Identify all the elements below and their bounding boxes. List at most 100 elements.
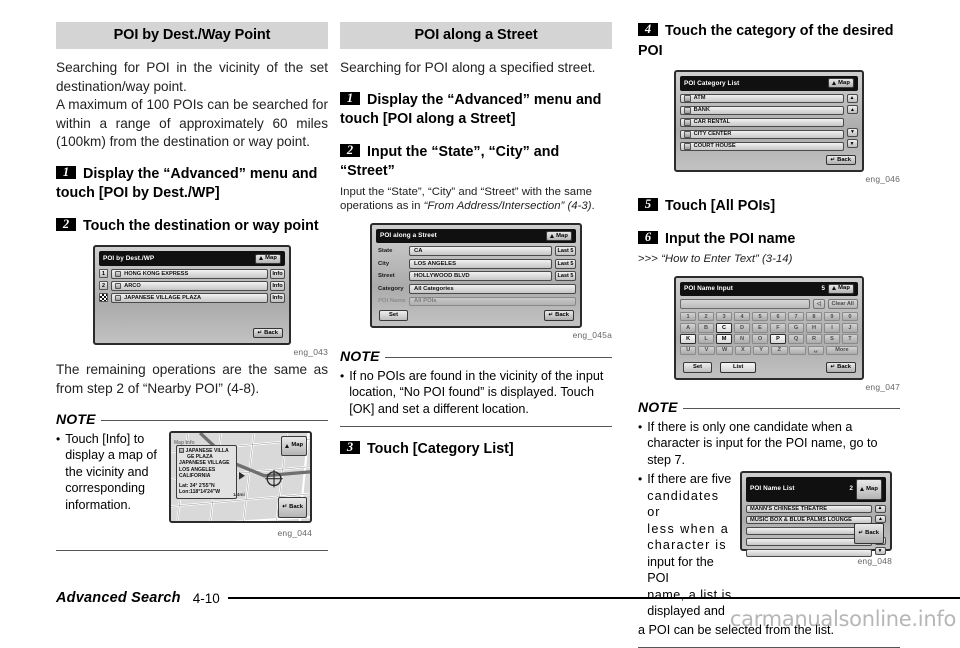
scroll-down-icon[interactable]: ▼ [847,128,858,137]
list-item[interactable]: CITY CENTER [680,130,844,140]
set-button[interactable]: Set [683,362,712,373]
key[interactable]: Y [753,346,769,355]
list-button[interactable]: List [720,362,756,373]
step-2: 2Touch the destination or way point [56,217,328,237]
category-label[interactable]: COURT HOUSE [680,142,844,152]
row-label[interactable]: HONG KONG EXPRESS [111,269,268,279]
list-item[interactable]: CAR RENTAL [680,118,844,128]
table-row[interactable]: 2 ARCO Info [99,281,285,291]
key[interactable]: 1 [680,312,696,321]
key[interactable]: 2 [698,312,714,321]
key[interactable]: J [842,323,858,332]
info-button[interactable]: Info [270,269,285,279]
field-value[interactable]: LOS ANGELES [409,259,552,269]
key[interactable]: X [735,346,751,355]
map-button[interactable]: Map [255,254,281,264]
key[interactable]: 3 [716,312,732,321]
key[interactable]: Q [788,334,804,343]
field-value[interactable]: HOLLYWOOD BLVD [409,271,552,281]
map-button[interactable]: Map [281,436,307,456]
key[interactable]: G [788,323,804,332]
map-button[interactable]: Map [856,479,882,499]
last5-button[interactable]: Last 5 [555,246,576,256]
key-active[interactable]: P [770,334,786,343]
poi-name-label[interactable]: MANN'S CHINESE THEATRE [746,505,872,514]
field-row-city[interactable]: City LOS ANGELES Last 5 [376,259,576,269]
scroll-up-icon[interactable]: ▲ [847,105,858,114]
key[interactable]: 9 [824,312,840,321]
key[interactable]: W [716,346,732,355]
set-button[interactable]: Set [379,310,408,321]
key[interactable]: E [752,323,768,332]
key[interactable]: 8 [806,312,822,321]
key[interactable]: O [752,334,768,343]
category-label[interactable]: CAR RENTAL [680,118,844,128]
last5-button[interactable]: Last 5 [555,259,576,269]
scroll-page-down-icon[interactable]: ▼ [875,547,886,555]
list-item[interactable]: MANN'S CHINESE THEATRE [746,505,872,514]
poi-name-label[interactable]: MUSIC BOX & BLUE PALMS LOUNGE [746,516,872,525]
map-button[interactable]: Map [828,78,854,88]
key[interactable]: 0 [842,312,858,321]
back-button[interactable]: ↵Back [826,362,856,372]
table-row[interactable]: 1 HONG KONG EXPRESS Info [99,269,285,279]
key[interactable]: B [698,323,714,332]
key-active[interactable]: C [716,323,732,332]
more-key[interactable]: More [826,346,858,355]
key-blank[interactable] [789,346,805,355]
figure-caption: eng_047 [638,382,900,392]
field-row-category[interactable]: Category All Categories [376,284,576,294]
key[interactable]: S [824,334,840,343]
key[interactable]: A [680,323,696,332]
key[interactable]: V [698,346,714,355]
clear-all-button[interactable]: Clear All [828,299,859,309]
key[interactable]: F [770,323,786,332]
field-row-state[interactable]: State CA Last 5 [376,246,576,256]
key[interactable]: D [734,323,750,332]
field-row-street[interactable]: Street HOLLYWOOD BLVD Last 5 [376,271,576,281]
list-item[interactable]: BANK [680,106,844,116]
key[interactable]: R [806,334,822,343]
space-key[interactable]: ␣ [808,346,824,355]
map-button[interactable]: Map [546,231,572,241]
poi-name-input[interactable] [680,299,810,309]
back-button[interactable]: ↵Back [854,523,884,544]
scroll-up-icon[interactable]: ▲ [875,515,886,523]
category-label[interactable]: ATM [680,94,844,104]
key[interactable]: 5 [752,312,768,321]
scroll-page-down-icon[interactable]: ▼ [847,139,858,148]
backspace-icon[interactable]: ◁ [813,299,825,309]
key[interactable]: 6 [770,312,786,321]
field-value[interactable]: CA [409,246,552,256]
key[interactable]: U [680,346,696,355]
map-button[interactable]: Map [828,284,854,294]
row-label[interactable]: JAPANESE VILLAGE PLAZA [111,293,268,303]
key-active[interactable]: K [680,334,696,343]
scroll-page-up-icon[interactable]: ▲ [847,94,858,103]
list-item[interactable]: COURT HOUSE [680,142,844,152]
info-button[interactable]: Info [270,281,285,291]
list-item[interactable]: MUSIC BOX & BLUE PALMS LOUNGE [746,516,872,525]
key[interactable]: 4 [734,312,750,321]
back-button[interactable]: ↵Back [826,155,856,165]
info-button[interactable]: Info [270,293,285,303]
list-item[interactable]: ATM [680,94,844,104]
key[interactable]: 7 [788,312,804,321]
key[interactable]: I [824,323,840,332]
note-line: less when a [647,521,733,538]
back-button[interactable]: ↵Back [544,310,574,320]
category-label[interactable]: BANK [680,106,844,116]
field-value[interactable]: All Categories [409,284,576,294]
back-button[interactable]: ↵Back [278,497,307,517]
key-active[interactable]: M [716,334,732,343]
key[interactable]: N [734,334,750,343]
category-label[interactable]: CITY CENTER [680,130,844,140]
back-button[interactable]: ↵Back [253,328,283,338]
key[interactable]: L [698,334,714,343]
table-row[interactable]: JAPANESE VILLAGE PLAZA Info [99,293,285,303]
last5-button[interactable]: Last 5 [555,271,576,281]
key[interactable]: H [806,323,822,332]
key[interactable]: Z [771,346,787,355]
key[interactable]: T [842,334,858,343]
row-label[interactable]: ARCO [111,281,268,291]
